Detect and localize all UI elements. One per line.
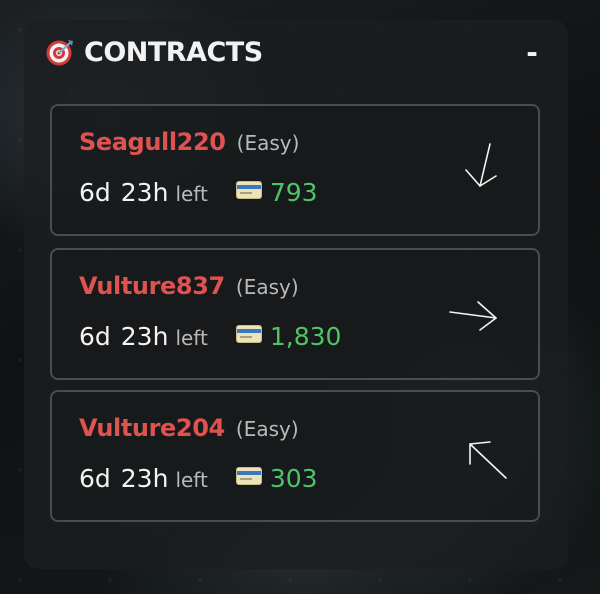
contract-info-row: 6d 23h left 793 bbox=[79, 178, 318, 207]
time-days: 6d bbox=[79, 178, 111, 207]
arrow-right-icon bbox=[449, 301, 497, 331]
contract-difficulty: (Easy) bbox=[236, 131, 300, 155]
credit-card-icon bbox=[235, 181, 262, 199]
time-suffix: left bbox=[175, 468, 208, 492]
contract-info-row: 6d 23h left 1,830 bbox=[79, 322, 341, 351]
panel-title: CONTRACTS bbox=[84, 36, 263, 68]
contract-difficulty: (Easy) bbox=[235, 417, 299, 441]
contract-difficulty: (Easy) bbox=[235, 275, 299, 299]
reward-value: 303 bbox=[269, 464, 318, 493]
contract-info-row: 6d 23h left 303 bbox=[79, 464, 318, 493]
arrow-up-left-icon bbox=[469, 441, 507, 479]
time-hours: 23h bbox=[120, 464, 169, 493]
panel-header: CONTRACTS - bbox=[46, 34, 544, 70]
reward-value: 1,830 bbox=[269, 322, 342, 351]
contracts-panel: CONTRACTS - Seagull220 (Easy) 6d 23h lef… bbox=[24, 20, 568, 569]
contract-title-row: Vulture204 (Easy) bbox=[79, 414, 299, 442]
contract-title-row: Vulture837 (Easy) bbox=[79, 272, 299, 300]
time-suffix: left bbox=[175, 326, 208, 350]
time-hours: 23h bbox=[120, 322, 169, 351]
reward-value: 793 bbox=[269, 178, 318, 207]
time-hours: 23h bbox=[120, 178, 169, 207]
time-days: 6d bbox=[79, 464, 111, 493]
credit-card-icon bbox=[235, 325, 262, 343]
contract-card[interactable]: Vulture204 (Easy) 6d 23h left 303 bbox=[50, 390, 540, 522]
target-icon bbox=[46, 38, 74, 66]
credit-card-icon bbox=[235, 467, 262, 485]
arrow-down-icon bbox=[465, 143, 497, 187]
time-days: 6d bbox=[79, 322, 111, 351]
contract-card[interactable]: Seagull220 (Easy) 6d 23h left 793 bbox=[50, 104, 540, 236]
contract-title-row: Seagull220 (Easy) bbox=[79, 128, 299, 156]
contract-name: Vulture204 bbox=[79, 414, 225, 442]
collapse-button[interactable]: - bbox=[520, 34, 544, 70]
time-suffix: left bbox=[175, 182, 208, 206]
contract-card[interactable]: Vulture837 (Easy) 6d 23h left 1,830 bbox=[50, 248, 540, 380]
contract-name: Seagull220 bbox=[79, 128, 226, 156]
contract-name: Vulture837 bbox=[79, 272, 225, 300]
